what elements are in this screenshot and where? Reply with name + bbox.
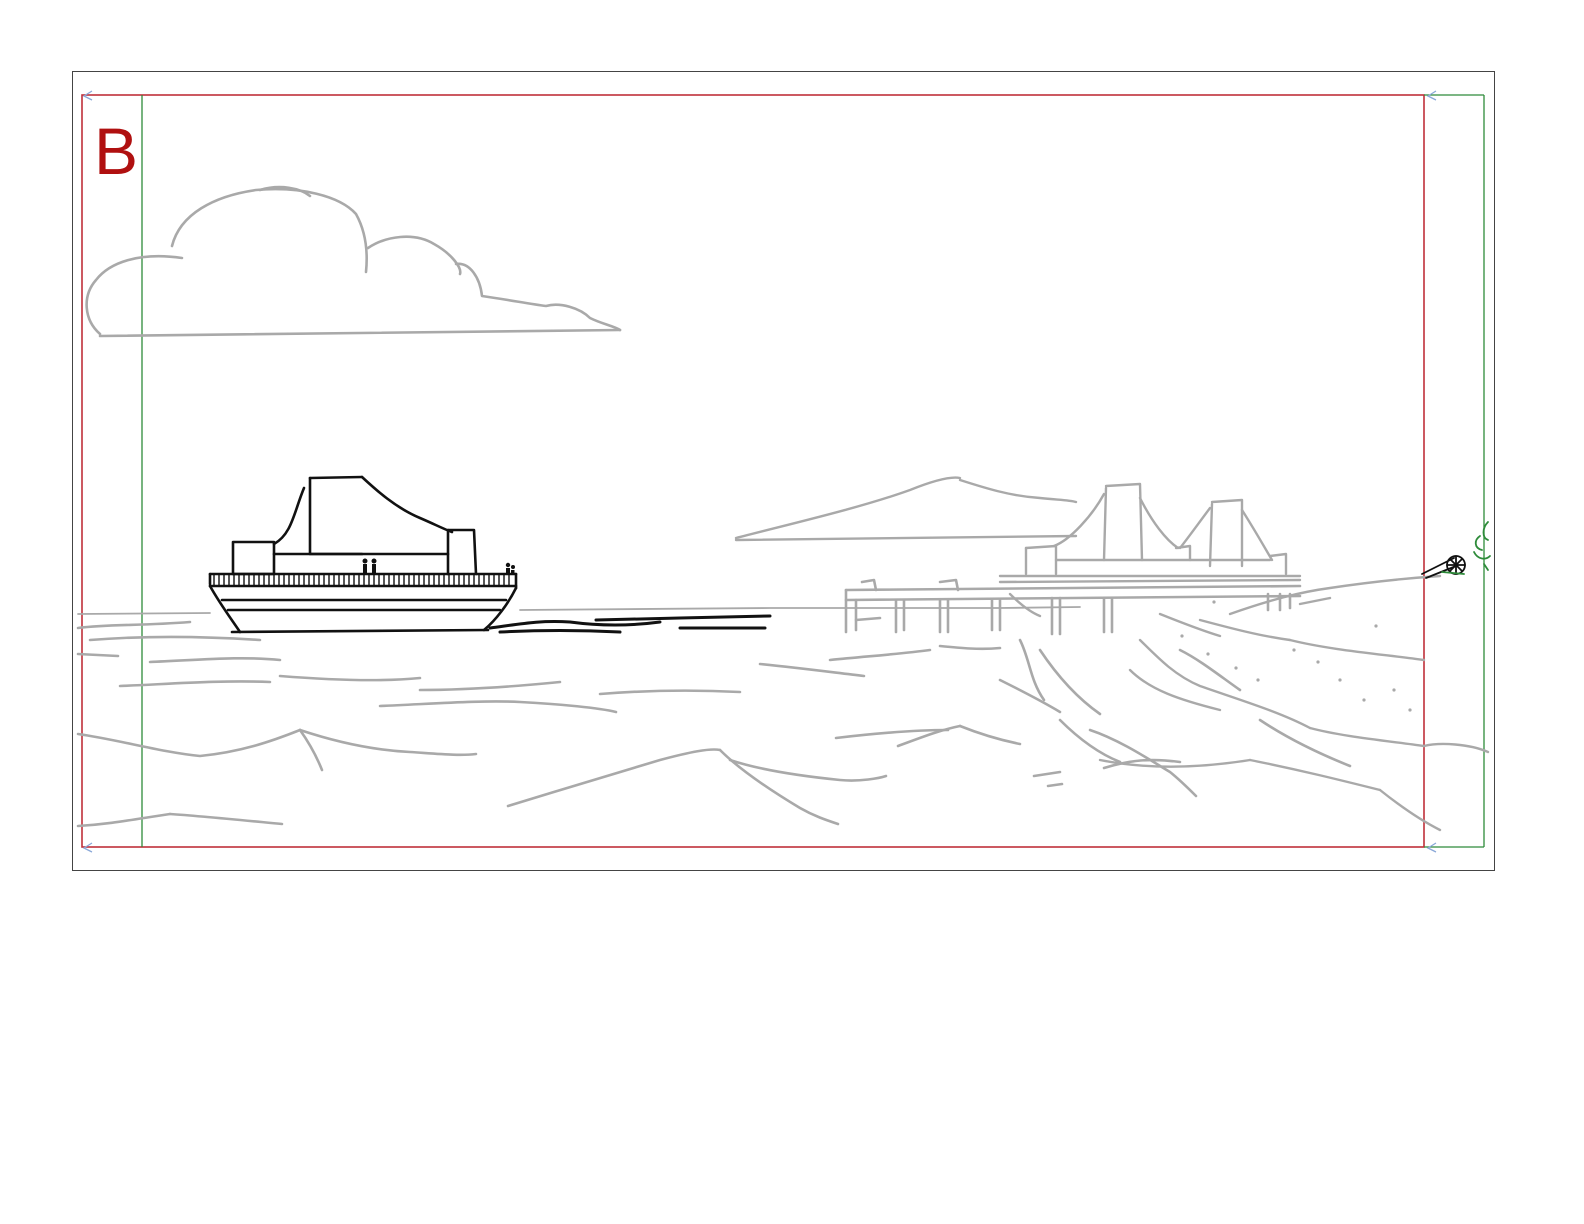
cloud-sketch [85, 185, 622, 338]
passenger-figures [362, 558, 515, 575]
shore-dots [1180, 600, 1412, 712]
sea-waves-sketch [76, 620, 1352, 828]
cannon-crew-sketch [1441, 521, 1491, 575]
cannon-icon [1421, 555, 1466, 579]
shoreline-sketch [1098, 574, 1490, 832]
frame-corner-marks [82, 90, 1437, 853]
ferry-boat-icon [208, 475, 518, 634]
action-safe-frame [81, 94, 1425, 848]
ferry-railing [213, 575, 510, 585]
island-sketch [734, 476, 1078, 542]
boat-wake [488, 614, 772, 634]
panel-letter: B [94, 114, 139, 188]
panel-sketch [76, 90, 1491, 853]
storyboard-sheet: B [0, 0, 1584, 1224]
